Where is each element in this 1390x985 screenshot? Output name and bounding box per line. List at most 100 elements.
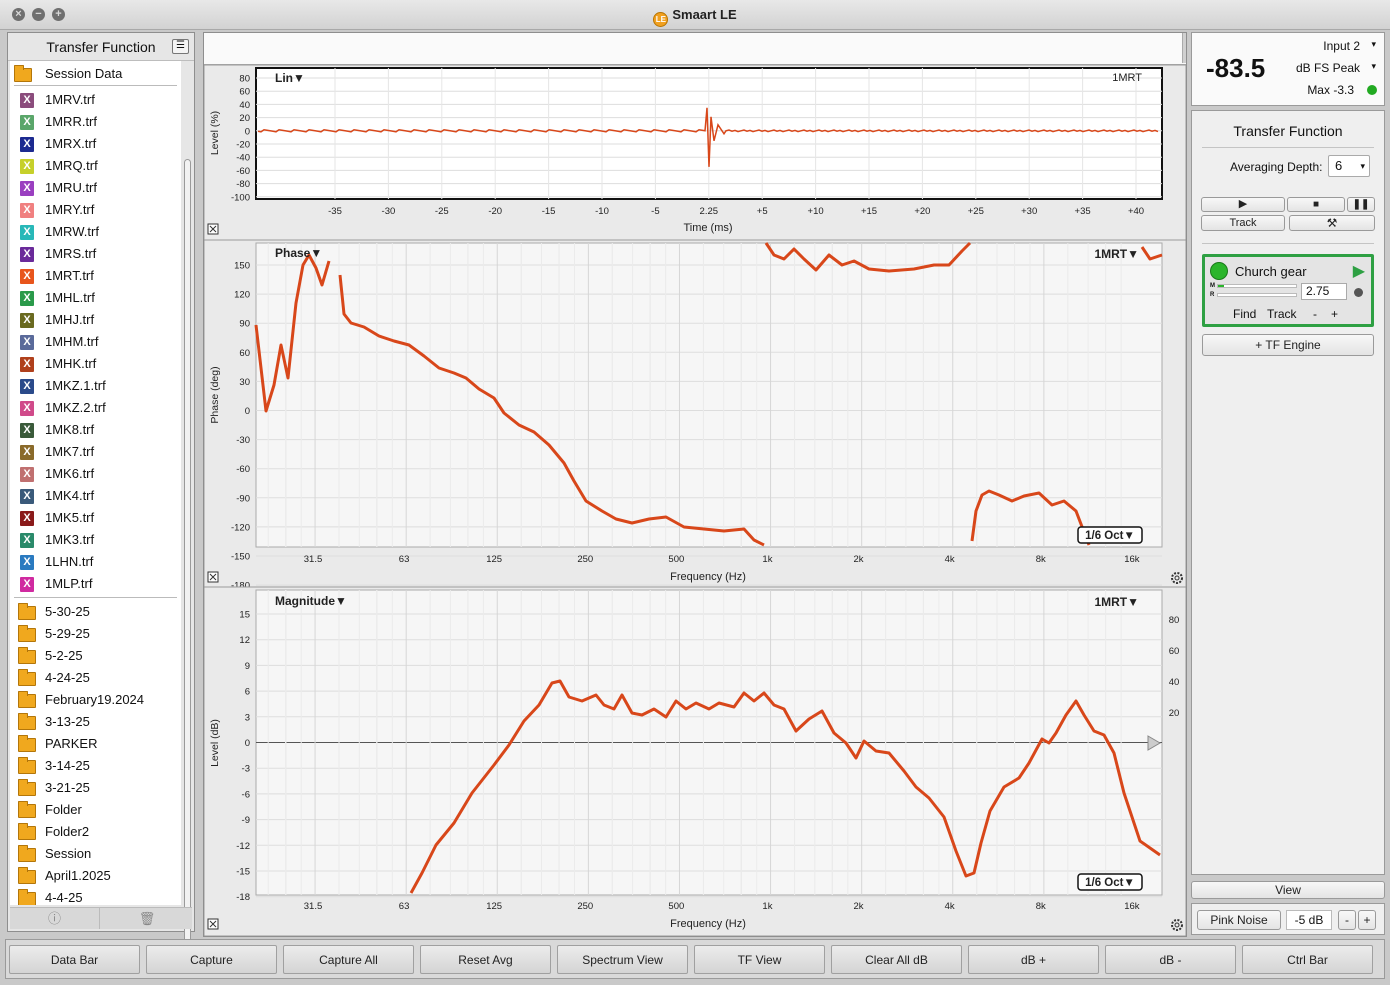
level-minus-button[interactable]: - xyxy=(1338,910,1356,930)
file-item[interactable]: X 1MK3.trf xyxy=(10,529,180,551)
file-item[interactable]: X 1MLP.trf xyxy=(10,573,180,595)
ir-mode-selector[interactable]: Lin▼ xyxy=(275,71,305,85)
item-label: 1MRX.trf xyxy=(45,136,97,151)
y-tick-label: -9 xyxy=(242,815,250,826)
file-item[interactable]: X 1MKZ.2.trf xyxy=(10,397,180,419)
magnitude-mode-selector[interactable]: Magnitude▼ xyxy=(275,594,347,608)
db-button[interactable]: dB + xyxy=(968,945,1099,974)
item-label: April1.2025 xyxy=(45,868,111,883)
level-plus-button[interactable]: + xyxy=(1358,910,1376,930)
item-label: PARKER xyxy=(45,736,98,751)
sidebar-menu-button[interactable]: ☰ xyxy=(172,39,189,54)
spectrum-view-button[interactable]: Spectrum View xyxy=(557,945,688,974)
file-item[interactable]: X 1MRX.trf xyxy=(10,133,180,155)
add-tf-engine-button[interactable]: + TF Engine xyxy=(1202,334,1374,356)
file-item[interactable]: X 1MK4.trf xyxy=(10,485,180,507)
capture-button[interactable]: Capture xyxy=(146,945,277,974)
folder-item[interactable]: 4-24-25 xyxy=(10,667,180,689)
engine-run-icon[interactable]: ▶ xyxy=(1353,261,1365,281)
input-dropdown-icon[interactable]: ▾ xyxy=(1371,39,1376,50)
folder-item[interactable]: 5-29-25 xyxy=(10,623,180,645)
tools-icon[interactable]: ⚒ xyxy=(1289,215,1375,231)
capture-all-button[interactable]: Capture All xyxy=(283,945,414,974)
data-bar-button[interactable]: Data Bar xyxy=(9,945,140,974)
scrollbar-thumb[interactable] xyxy=(184,159,191,947)
folder-item[interactable]: 3-14-25 xyxy=(10,755,180,777)
x-tick-label: +20 xyxy=(914,206,930,217)
stop-button[interactable]: ■ xyxy=(1287,197,1345,212)
close-plot-icon[interactable] xyxy=(207,223,219,235)
file-item[interactable]: X 1MRS.trf xyxy=(10,243,180,265)
meter-unit-select[interactable]: dB FS Peak xyxy=(1296,61,1360,75)
view-button[interactable]: View xyxy=(1191,881,1385,899)
delay-plus-button[interactable]: + xyxy=(1331,307,1338,321)
file-item[interactable]: X 1MK8.trf xyxy=(10,419,180,441)
db-button[interactable]: dB - xyxy=(1105,945,1236,974)
item-label: 1MK3.trf xyxy=(45,532,95,547)
phase-mode-selector[interactable]: Phase▼ xyxy=(275,246,322,260)
engine-track-button[interactable]: Track xyxy=(1267,307,1297,321)
x-tick-label: -35 xyxy=(328,206,342,217)
delay-lock-icon[interactable] xyxy=(1354,288,1363,297)
file-item[interactable]: X 1MHJ.trf xyxy=(10,309,180,331)
file-item[interactable]: X 1MRY.trf xyxy=(10,199,180,221)
close-plot-icon[interactable] xyxy=(207,918,219,930)
phase-smoothing-selector[interactable]: 1/6 Oct▼ xyxy=(1085,530,1135,542)
file-item[interactable]: X 1MKZ.1.trf xyxy=(10,375,180,397)
file-item[interactable]: X 1MRQ.trf xyxy=(10,155,180,177)
phase-y-axis-label: Phase (deg) xyxy=(209,366,221,423)
sidebar-scrollbar[interactable] xyxy=(182,89,193,947)
magnitude-trace-selector[interactable]: 1MRT▼ xyxy=(1094,595,1139,609)
input-select[interactable]: Input 2 xyxy=(1323,39,1360,53)
file-item[interactable]: X 1MRW.trf xyxy=(10,221,180,243)
data-bar-sidebar: Transfer Function ☰ Session Data X 1MRV.tr… xyxy=(7,32,195,947)
magnitude-smoothing-selector[interactable]: 1/6 Oct▼ xyxy=(1085,877,1135,889)
generator-level[interactable]: -5 dB xyxy=(1286,910,1332,930)
folder-item[interactable]: PARKER xyxy=(10,733,180,755)
folder-item[interactable]: Folder2 xyxy=(10,821,180,843)
file-item[interactable]: X 1MRR.trf xyxy=(10,111,180,133)
clear-all-db-button[interactable]: Clear All dB xyxy=(831,945,962,974)
averaging-select[interactable]: 6 ▾ xyxy=(1328,155,1370,177)
file-item[interactable]: X 1MHL.trf xyxy=(10,287,180,309)
folder-item[interactable]: April1.2025 xyxy=(10,865,180,887)
pause-button[interactable]: ❚❚ xyxy=(1347,197,1375,212)
find-button[interactable]: Find xyxy=(1233,307,1256,321)
pink-noise-button[interactable]: Pink Noise xyxy=(1197,910,1281,930)
file-item[interactable]: X 1MRV.trf xyxy=(10,89,180,111)
file-item[interactable]: X 1MHM.trf xyxy=(10,331,180,353)
close-plot-icon[interactable] xyxy=(207,571,219,583)
trash-icon[interactable]: 🗑 xyxy=(102,908,192,929)
info-icon[interactable]: ⓘ xyxy=(10,908,100,929)
file-item[interactable]: X 1MRU.trf xyxy=(10,177,180,199)
ctrl-bar-button[interactable]: Ctrl Bar xyxy=(1242,945,1373,974)
folder-item[interactable]: 5-2-25 xyxy=(10,645,180,667)
folder-item[interactable]: 5-30-25 xyxy=(10,601,180,623)
file-item[interactable]: X 1MK6.trf xyxy=(10,463,180,485)
folder-item[interactable]: 3-13-25 xyxy=(10,711,180,733)
tf-engine-church-gear[interactable]: Church gear ▶ M R 2.75 Find Track - + xyxy=(1202,254,1374,327)
track-button[interactable]: Track xyxy=(1201,215,1285,231)
folder-item[interactable]: Session xyxy=(10,843,180,865)
unit-dropdown-icon[interactable]: ▾ xyxy=(1371,61,1376,72)
file-item[interactable]: X 1MRT.trf xyxy=(10,265,180,287)
folder-item[interactable]: Folder xyxy=(10,799,180,821)
delay-field[interactable]: 2.75 xyxy=(1301,283,1347,300)
title-bar: × − + LE Smaart LE xyxy=(0,0,1390,30)
delay-minus-button[interactable]: - xyxy=(1313,307,1317,321)
item-label: Folder2 xyxy=(45,824,90,839)
file-item[interactable]: X 1MHK.trf xyxy=(10,353,180,375)
folder-item[interactable]: 4-4-25 xyxy=(10,887,180,905)
folder-item[interactable]: February19.2024 xyxy=(10,689,180,711)
phase-trace-selector[interactable]: 1MRT▼ xyxy=(1094,247,1139,261)
file-item[interactable]: X 1LHN.trf xyxy=(10,551,180,573)
reset-avg-button[interactable]: Reset Avg xyxy=(420,945,551,974)
file-item[interactable]: X 1MK5.trf xyxy=(10,507,180,529)
file-item[interactable]: X 1MK7.trf xyxy=(10,441,180,463)
tf-view-button[interactable]: TF View xyxy=(694,945,825,974)
folder-icon xyxy=(18,801,36,818)
play-button[interactable]: ▶ xyxy=(1201,197,1285,212)
session-data-root[interactable]: Session Data xyxy=(10,63,180,85)
engine-on-icon[interactable] xyxy=(1210,262,1228,280)
folder-item[interactable]: 3-21-25 xyxy=(10,777,180,799)
